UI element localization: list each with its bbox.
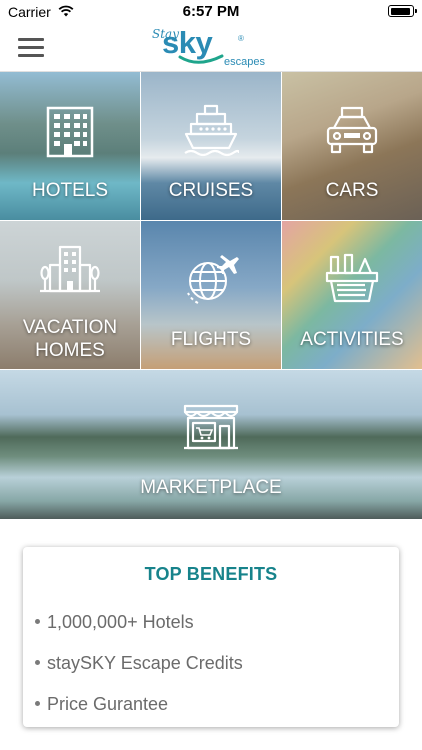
category-label-flights: FLIGHTS [170,329,252,350]
category-label-activities: ACTIVITIES [300,329,404,350]
status-time: 6:57 PM [182,3,240,20]
bullet-icon [35,700,40,706]
navigation-bar: Stay sky ® escapes [0,24,422,72]
category-label-hotels: HOTELS [31,180,109,201]
benefits-list: 1,000,000+ Hotels staySKY Escape Credits… [35,611,243,734]
storefront-icon [183,404,239,450]
category-label-cruises: CRUISES [168,180,254,201]
logo-escapes-text: escapes [224,56,265,68]
status-bar: Carrier 6:57 PM [0,0,422,24]
bullet-icon [35,618,40,624]
picnic-basket-icon [325,253,379,303]
benefit-item: staySKY Escape Credits [35,652,243,693]
benefit-text: 1,000,000+ Hotels [47,612,194,632]
category-tile-flights[interactable]: FLIGHTS [141,221,281,369]
benefit-text: staySKY Escape Credits [47,653,243,673]
category-tile-vacation-homes[interactable]: VACATION HOMES [0,221,140,369]
category-label-cars: CARS [325,180,379,201]
benefit-item: Price Gurantee [35,693,243,734]
category-label-vacation: VACATION [22,317,118,338]
battery-icon [388,5,417,17]
hamburger-menu-icon[interactable] [18,38,44,58]
staysky-logo: Stay sky ® escapes [150,25,280,70]
logo-swoosh-icon [178,54,224,64]
cruise-ship-icon [184,104,239,157]
category-tile-marketplace[interactable]: MARKETPLACE [0,370,422,519]
vacation-home-icon [40,245,100,293]
benefit-item: 1,000,000+ Hotels [35,611,243,652]
benefit-text: Price Gurantee [47,694,169,714]
hotel-building-icon [46,106,94,158]
globe-plane-icon [187,255,239,304]
logo-registered-mark: ® [238,34,244,43]
category-tile-activities[interactable]: ACTIVITIES [282,221,422,369]
category-label-homes: HOMES [35,340,105,361]
category-tile-cars[interactable]: CARS [282,72,422,220]
category-tile-cruises[interactable]: CRUISES [141,72,281,220]
bullet-icon [35,659,40,665]
top-benefits-card: TOP BENEFITS 1,000,000+ Hotels staySKY E… [23,547,399,727]
category-grid: HOTELS CRUISES CARS VACATION HOMES FLIGH… [0,72,422,519]
benefits-title: TOP BENEFITS [144,564,278,584]
battery-fill [390,7,410,15]
category-tile-hotels[interactable]: HOTELS [0,72,140,220]
category-label-marketplace: MARKETPLACE [140,477,282,498]
taxi-icon [326,106,378,154]
